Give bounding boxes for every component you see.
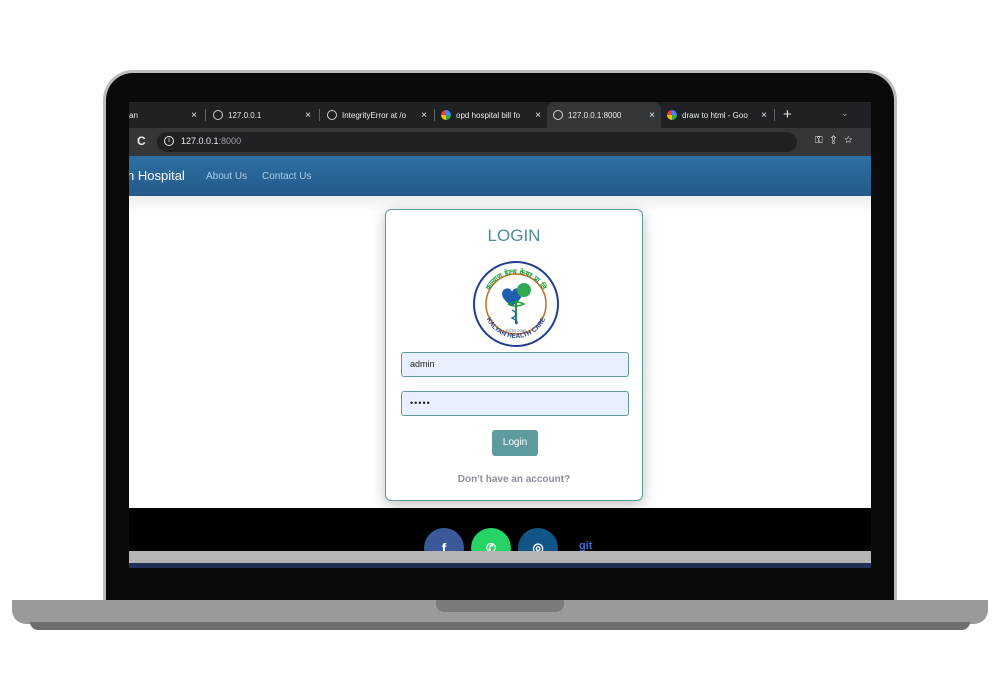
google-icon: [441, 110, 451, 120]
browser-screen: an × 127.0.0.1 × IntegrityError at /o × …: [129, 102, 871, 568]
tab-label: opd hospital bill fo: [456, 110, 521, 120]
close-icon[interactable]: ×: [761, 110, 767, 121]
close-icon[interactable]: ×: [649, 110, 655, 121]
login-card: LOGIN कल्याण हेल्थ केयर प्रा लि KALYAN H…: [385, 209, 643, 501]
tab-label: 127.0.0.1:8000: [568, 110, 622, 120]
tab-localhost[interactable]: 127.0.0.1 ×: [207, 102, 317, 128]
close-icon[interactable]: ×: [191, 110, 197, 121]
tab-label: an: [129, 110, 138, 120]
site-brand[interactable]: n Hospital: [129, 168, 185, 183]
page-content: LOGIN कल्याण हेल्थ केयर प्रा लि KALYAN H…: [129, 196, 871, 508]
nav-contact-link[interactable]: Contact Us: [262, 171, 311, 182]
omnibox[interactable]: i 127.0.0.1:8000: [157, 132, 797, 152]
tab-integrity-error[interactable]: IntegrityError at /o ×: [321, 102, 433, 128]
site-navbar: n Hospital About Us Contact Us: [129, 156, 871, 196]
url-port: :8000: [218, 136, 242, 146]
tab-separator: [774, 109, 775, 121]
globe-icon: [553, 110, 563, 120]
tab-label: IntegrityError at /o: [342, 110, 407, 120]
url-host: 127.0.0.1: [181, 136, 219, 146]
globe-icon: [327, 110, 337, 120]
google-icon: [667, 110, 677, 120]
login-button[interactable]: Login: [492, 430, 538, 456]
laptop-notch: [436, 600, 564, 612]
tab-active[interactable]: 127.0.0.1:8000 ×: [547, 102, 661, 128]
globe-icon: [213, 110, 223, 120]
new-tab-button[interactable]: +: [783, 106, 792, 123]
address-bar: C i 127.0.0.1:8000 ⚿⇪☆: [129, 128, 871, 156]
close-icon[interactable]: ×: [421, 110, 427, 121]
password-input[interactable]: •••••: [401, 391, 629, 416]
reload-icon[interactable]: C: [137, 134, 146, 148]
url-text[interactable]: 127.0.0.1:8000: [181, 136, 241, 146]
tab-opd-search[interactable]: opd hospital bill fo ×: [435, 102, 547, 128]
tab-draw-to-html[interactable]: draw to html - Goo ×: [661, 102, 773, 128]
tab-search-button[interactable]: ⌄: [841, 108, 849, 119]
signup-link[interactable]: Don't have an account?: [386, 474, 642, 485]
tab-bar: an × 127.0.0.1 × IntegrityError at /o × …: [129, 102, 871, 128]
tab-partial[interactable]: an ×: [129, 102, 203, 128]
laptop-base-shadow: [30, 622, 970, 630]
horizontal-scrollbar[interactable]: [129, 551, 871, 563]
login-title: LOGIN: [487, 226, 541, 245]
info-icon[interactable]: i: [164, 136, 174, 146]
tab-label: 127.0.0.1: [228, 110, 262, 120]
key-icon[interactable]: ⚿: [815, 135, 831, 146]
hospital-logo: कल्याण हेल्थ केयर प्रा लि KALYAN HEALTH …: [473, 261, 559, 347]
tab-separator: [319, 109, 320, 121]
nav-about-link[interactable]: About Us: [206, 171, 247, 182]
toolbar-icons: ⚿⇪☆: [815, 135, 860, 146]
bookmark-star-icon[interactable]: ☆: [844, 135, 860, 146]
logo-estd: ESTD 2080: [506, 328, 527, 333]
tab-separator: [205, 109, 206, 121]
share-icon[interactable]: ⇪: [831, 135, 845, 146]
close-icon[interactable]: ×: [305, 110, 311, 121]
username-input[interactable]: admin: [401, 352, 629, 377]
taskbar-edge: [129, 563, 871, 568]
tab-label: draw to html - Goo: [682, 110, 748, 120]
close-icon[interactable]: ×: [535, 110, 541, 121]
